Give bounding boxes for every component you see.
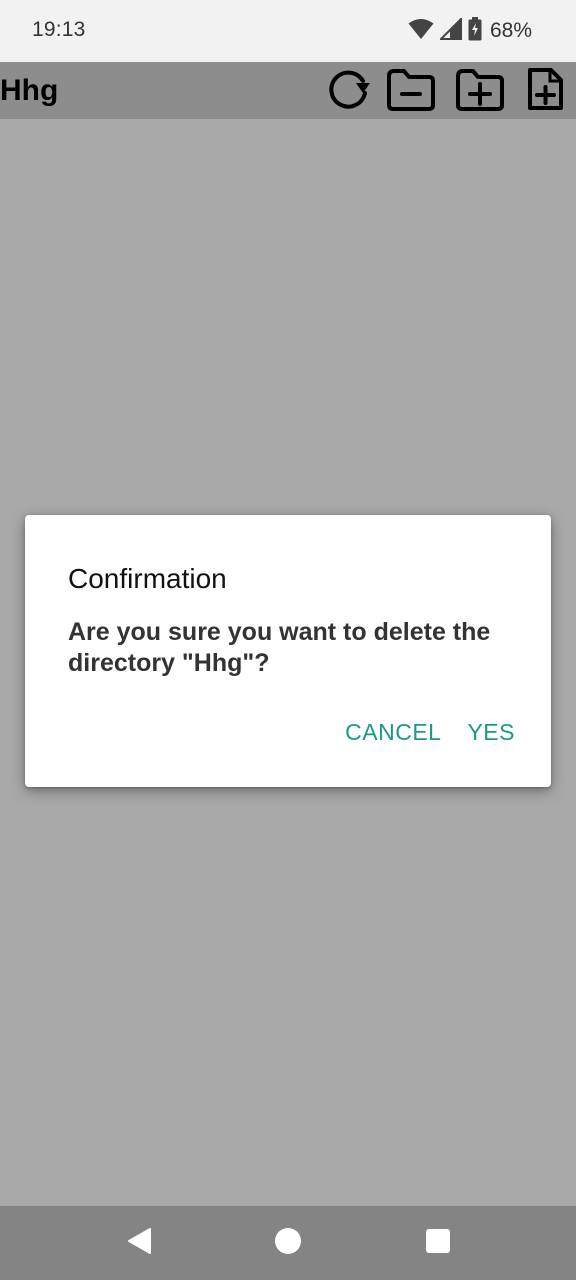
remove-folder-button[interactable] (384, 66, 438, 116)
back-button[interactable] (124, 1227, 154, 1260)
dialog-title: Confirmation (68, 563, 227, 594)
dialog-message: Are you sure you want to delete the dire… (68, 618, 491, 677)
cancel-button[interactable]: CANCEL (345, 719, 441, 746)
recents-icon (425, 1228, 451, 1259)
system-nav-bar (0, 1206, 576, 1280)
refresh-button[interactable] (324, 66, 374, 116)
status-icons: 68% (408, 16, 532, 46)
dialog-actions: CANCEL YES (345, 719, 515, 746)
add-folder-button[interactable] (453, 66, 507, 116)
status-time: 19:13 (32, 18, 86, 41)
cell-signal-icon (438, 16, 462, 45)
confirmation-dialog: Confirmation Are you sure you want to de… (25, 515, 551, 787)
file-add-icon (525, 66, 565, 117)
back-icon (126, 1227, 152, 1260)
directory-title: Hhg (0, 74, 59, 107)
battery-percent: 68% (489, 19, 532, 42)
status-bar: 19:13 68% (0, 0, 576, 62)
app-toolbar: Hhg (0, 62, 576, 119)
battery-charging-icon (468, 16, 482, 46)
folder-add-icon (454, 66, 506, 117)
home-button[interactable] (273, 1227, 303, 1260)
add-file-button[interactable] (524, 66, 566, 116)
wifi-icon (408, 18, 434, 45)
home-icon (274, 1227, 302, 1260)
yes-button[interactable]: YES (467, 719, 515, 746)
folder-remove-icon (385, 66, 437, 117)
recents-button[interactable] (423, 1228, 453, 1258)
refresh-icon (325, 67, 373, 116)
